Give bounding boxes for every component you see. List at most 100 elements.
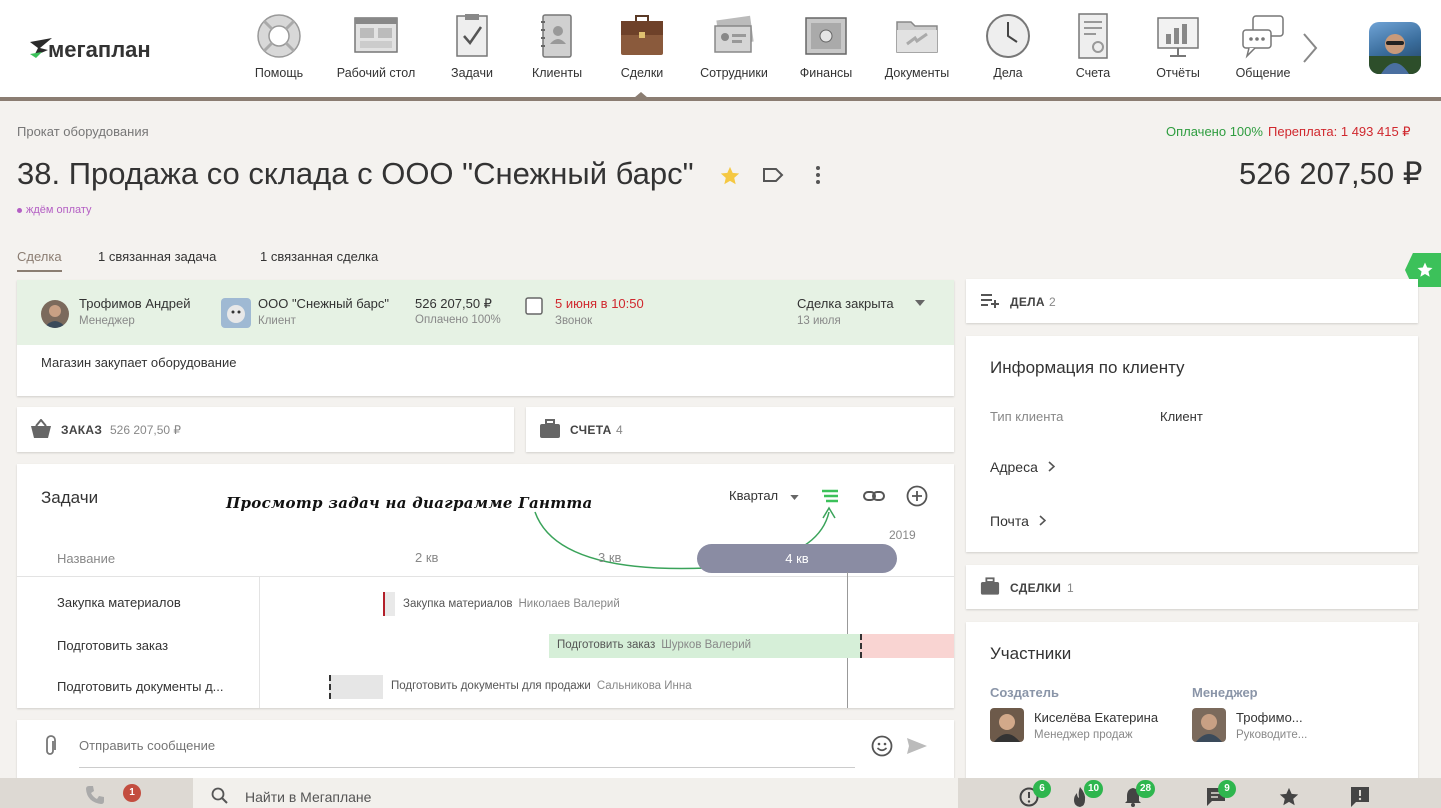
period-label: Квартал: [729, 488, 779, 503]
client-name[interactable]: ООО "Снежный барс": [258, 296, 389, 311]
deal-card-header: Трофимов Андрей Менеджер ООО "Снежный ба…: [17, 280, 954, 345]
task-name[interactable]: Подготовить документы д...: [57, 679, 224, 694]
message-input[interactable]: [79, 738, 855, 768]
creator-avatar[interactable]: [990, 708, 1024, 742]
client-role: Клиент: [258, 315, 296, 327]
invoices-count: 4: [616, 423, 623, 437]
manager-name[interactable]: Трофимо...: [1236, 710, 1303, 725]
gantt-divider: [17, 576, 954, 577]
nav-label: Документы: [884, 66, 950, 80]
invoices-caption: СЧЕТА: [570, 423, 612, 437]
gantt-view-icon[interactable]: [821, 488, 839, 504]
nav-label: Финансы: [799, 66, 853, 80]
manager-label: Менеджер: [1192, 685, 1258, 700]
invoices-card[interactable]: СЧЕТА 4: [526, 407, 954, 452]
paperclip-icon[interactable]: [43, 735, 57, 757]
addresses-label: Адреса: [990, 459, 1038, 475]
gantt-bar[interactable]: [329, 675, 383, 699]
nav-item-documents[interactable]: Документы: [867, 12, 967, 87]
tab-deal[interactable]: Сделка: [17, 249, 62, 272]
creator-role: Менеджер продаж: [1034, 729, 1133, 741]
safe-icon: [805, 17, 847, 55]
client-type-value: Клиент: [1160, 409, 1203, 424]
send-icon[interactable]: [906, 737, 928, 755]
phone-icon[interactable]: [85, 785, 105, 805]
event-date[interactable]: 5 июня в 10:50: [555, 296, 644, 311]
gantt-quarter: 2 кв: [415, 550, 439, 565]
creator-label: Создатель: [990, 685, 1059, 700]
tag-icon[interactable]: [762, 165, 784, 185]
task-name[interactable]: Подготовить заказ: [57, 638, 168, 653]
add-circle-icon[interactable]: [906, 485, 928, 507]
deals-count: 1: [1067, 581, 1074, 595]
client-avatar[interactable]: [221, 298, 251, 328]
chevron-right-icon[interactable]: [1298, 30, 1322, 66]
manager-avatar[interactable]: [41, 300, 69, 328]
order-card[interactable]: ЗАКАЗ 526 207,50 ₽: [17, 407, 514, 452]
page-title: 38. Продажа со склада с ООО "Снежный бар…: [17, 156, 694, 191]
gantt-current-quarter[interactable]: 4 кв: [697, 544, 897, 573]
stage-select[interactable]: Сделка закрыта: [797, 296, 894, 311]
breadcrumb[interactable]: Прокат оборудования: [17, 124, 149, 139]
nav-item-desktop[interactable]: Рабочий стол: [326, 12, 426, 87]
manager-name[interactable]: Трофимов Андрей: [79, 296, 190, 311]
members-title: Участники: [990, 644, 1072, 663]
addresses-link[interactable]: Адреса: [990, 459, 1056, 475]
missed-calls-badge: 1: [123, 784, 141, 802]
nav-item-help[interactable]: Помощь: [229, 12, 329, 87]
top-navigation: мегаплан Помощь Рабочий стол Задачи Клие…: [0, 0, 1441, 101]
star-icon[interactable]: [1278, 786, 1300, 808]
message-composer: [17, 720, 954, 780]
bottom-bar: 1 Найти в Мегаплане 6 10 28 9: [0, 778, 1441, 808]
gantt-bar-overdue: [860, 634, 954, 658]
deal-description: Магазин закупает оборудование: [41, 355, 237, 370]
gantt-bar-label: Закупка материалов Николаев Валерий: [403, 598, 620, 610]
gantt-hint-annotation: Просмотр задач на диаграмме Гантта: [226, 494, 593, 512]
user-avatar[interactable]: [1369, 22, 1421, 74]
creator-name[interactable]: Киселёва Екатерина: [1034, 710, 1158, 725]
employee-cards-icon: [714, 15, 754, 53]
status-label: ждём оплату: [26, 204, 92, 216]
manager-avatar[interactable]: [1192, 708, 1226, 742]
nav-item-finance[interactable]: Финансы: [776, 12, 876, 87]
chevron-right-icon: [1048, 461, 1056, 472]
tab-linked-task[interactable]: 1 связанная задача: [98, 249, 216, 264]
gantt-bar-title: Закупка материалов: [403, 598, 513, 610]
mail-link[interactable]: Почта: [990, 513, 1047, 529]
feedback-icon[interactable]: [1350, 786, 1370, 808]
link-icon[interactable]: [863, 486, 885, 506]
client-type-label: Тип клиента: [990, 409, 1064, 424]
alerts-badge: 6: [1033, 780, 1051, 798]
mail-label: Почта: [990, 513, 1029, 529]
nav-item-employees[interactable]: Сотрудники: [684, 12, 784, 87]
status-dot: [17, 207, 22, 213]
chevron-down-icon[interactable]: [915, 300, 925, 306]
period-select[interactable]: Квартал: [729, 488, 799, 503]
client-info-card: Информация по клиенту Тип клиента Клиент…: [966, 336, 1418, 552]
gantt-bar-title: Подготовить документы для продажи: [391, 680, 591, 692]
global-search[interactable]: Найти в Мегаплане: [193, 778, 958, 808]
members-card: Участники Создатель Киселёва Екатерина М…: [966, 622, 1418, 782]
event-checkbox[interactable]: [525, 297, 543, 315]
star-icon[interactable]: [719, 165, 741, 187]
desktop-icon: [354, 17, 398, 53]
cases-card[interactable]: ДЕЛА 2: [966, 279, 1418, 323]
related-deals-card[interactable]: СДЕЛКИ 1: [966, 565, 1418, 609]
more-vertical-icon[interactable]: [809, 164, 827, 186]
order-caption: ЗАКАЗ: [61, 423, 103, 437]
gantt-bar[interactable]: [383, 592, 395, 616]
deal-amount: 526 207,50 ₽: [1239, 156, 1423, 191]
tab-linked-deal[interactable]: 1 связанная сделка: [260, 249, 378, 264]
messages-badge: 9: [1218, 780, 1236, 798]
overpay-status: Переплата: 1 493 415 ₽: [1268, 124, 1411, 139]
nav-item-deals[interactable]: Сделки: [592, 12, 692, 87]
tasks-title: Задачи: [41, 488, 99, 507]
gantt-bar-label: Подготовить заказ Шурков Валерий: [557, 639, 751, 651]
lifebuoy-icon: [257, 14, 301, 58]
chevron-down-icon: [790, 495, 799, 500]
task-name[interactable]: Закупка материалов: [57, 595, 181, 610]
gantt-bar-assignee: Сальникова Инна: [596, 680, 692, 692]
gantt-column-name: Название: [57, 551, 116, 566]
emoji-icon[interactable]: [871, 735, 893, 757]
status-badge[interactable]: ждём оплату: [17, 204, 92, 216]
